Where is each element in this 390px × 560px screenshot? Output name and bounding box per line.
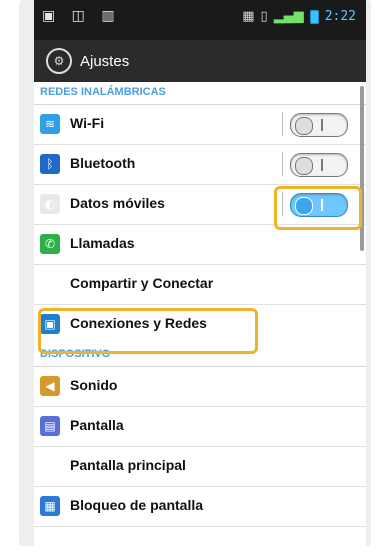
phone-icon: ✆: [40, 234, 60, 254]
settings-item-label: Bloqueo de pantalla: [70, 497, 204, 513]
settings-item-label: Compartir y Conectar: [70, 275, 214, 291]
settings-item-home-screen[interactable]: ⌂ Pantalla principal: [34, 446, 366, 487]
gear-icon: ⚙: [46, 48, 72, 74]
toggle-knob: [295, 117, 313, 135]
settings-item-share-connect[interactable]: ● Compartir y Conectar: [34, 264, 366, 305]
settings-item-label: Datos móviles: [70, 195, 165, 211]
share-connect-icon: ●: [40, 274, 60, 294]
settings-item-label: Pantalla principal: [70, 457, 186, 473]
settings-item-label: Llamadas: [70, 235, 135, 251]
signal-strength-icon: ▂▄▆: [273, 9, 304, 24]
status-time: 2:22: [324, 9, 356, 24]
display-icon: ▤: [40, 416, 60, 436]
settings-item-lock-screen[interactable]: ▦ Bloqueo de pantalla: [34, 486, 366, 527]
settings-item-display[interactable]: ▤ Pantalla: [34, 406, 366, 447]
bluetooth-toggle[interactable]: [290, 153, 348, 177]
wifi-icon: ≋: [40, 114, 60, 134]
settings-item-label: Pantalla: [70, 417, 124, 433]
sound-icon: ◀: [40, 376, 60, 396]
settings-item-wifi[interactable]: ≋ Wi-Fi: [34, 104, 366, 145]
section-header-redes: REDES INALÁMBRICAS: [34, 82, 366, 105]
home-icon: ⌂: [40, 456, 60, 476]
bluetooth-icon: ᛒ: [40, 154, 60, 174]
highlight-box: [274, 186, 362, 230]
toggle-knob: [295, 157, 313, 175]
wifi-toggle[interactable]: [290, 113, 348, 137]
settings-item-calls[interactable]: ✆ Llamadas: [34, 224, 366, 265]
settings-screen: ▣ ◫ ▥ ▦ ▯ ▂▄▆ 2:22 ⚙ Ajustes REDES INALÁ…: [34, 0, 366, 550]
status-bar: ▣ ◫ ▥ ▦ ▯ ▂▄▆ 2:22: [34, 0, 366, 40]
battery-icon: [309, 9, 319, 24]
divider: [282, 152, 283, 176]
mobile-data-icon: ◐: [40, 194, 60, 214]
toggle-bar: [321, 159, 323, 171]
status-left-icons: ▣ ◫ ▥: [42, 8, 121, 24]
status-right: ▦ ▯ ▂▄▆ 2:22: [242, 9, 356, 24]
settings-item-label: Sonido: [70, 377, 118, 393]
settings-item-label: Wi-Fi: [70, 115, 105, 131]
divider: [282, 112, 283, 136]
lock-screen-icon: ▦: [40, 496, 60, 516]
highlight-box: [38, 308, 258, 354]
settings-item-sound[interactable]: ◀ Sonido: [34, 366, 366, 407]
page-title: Ajustes: [80, 52, 130, 70]
data-activity-icon: ▯: [260, 9, 268, 24]
app-titlebar: ⚙ Ajustes: [34, 40, 366, 82]
toggle-bar: [321, 119, 323, 131]
settings-item-label: Bluetooth: [70, 155, 136, 171]
settings-item-bluetooth[interactable]: ᛒ Bluetooth: [34, 144, 366, 185]
section-label: REDES INALÁMBRICAS: [40, 86, 166, 98]
phone-screenshot: ▣ ◫ ▥ ▦ ▯ ▂▄▆ 2:22 ⚙ Ajustes REDES INALÁ…: [0, 0, 390, 560]
network-type-icon: ▦: [242, 9, 255, 24]
